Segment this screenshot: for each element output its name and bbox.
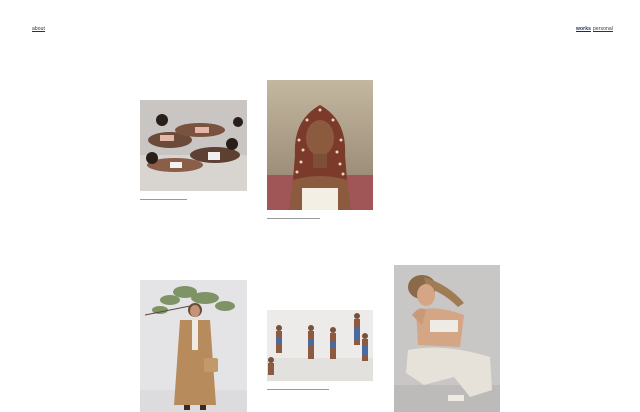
nav-about-link[interactable]: about bbox=[32, 26, 45, 32]
gallery-item-group-lying[interactable] bbox=[140, 100, 247, 191]
caption-line-group-lying bbox=[140, 199, 187, 200]
beaded-hair-portrait bbox=[267, 80, 373, 210]
caption-line-beaded-hair bbox=[267, 218, 320, 219]
gallery-item-trench-coat[interactable] bbox=[140, 280, 247, 412]
crouching-woman-photo bbox=[394, 265, 500, 412]
trench-coat-branch-photo bbox=[140, 280, 247, 412]
gallery-item-dancers[interactable] bbox=[267, 310, 373, 381]
dancers-group-photo bbox=[267, 310, 373, 381]
gallery-item-crouching-woman[interactable] bbox=[394, 265, 500, 412]
caption-line-dancers bbox=[267, 389, 329, 390]
nav-works-link[interactable]: works bbox=[576, 26, 591, 32]
nav-personal-link[interactable]: personal bbox=[593, 26, 613, 32]
gallery-item-beaded-hair[interactable] bbox=[267, 80, 373, 210]
group-lying-photo bbox=[140, 100, 247, 191]
